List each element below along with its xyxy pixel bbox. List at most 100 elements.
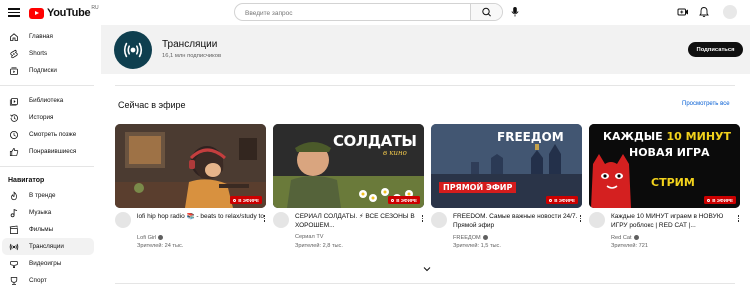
shelf-divider [115, 283, 735, 284]
channel-name: Lofi Girl [137, 235, 157, 241]
channel-avatar[interactable] [115, 212, 131, 228]
library-icon [9, 97, 18, 106]
viewer-count: Зрителей: 2,8 тыс. [295, 243, 343, 249]
video-card[interactable]: СОЛДАТЫ в кино В ЭФИРЕ СЕРИАЛ СОЛДАТЫ. ⚡… [273, 124, 424, 249]
thumbnail-line-2: НОВАЯ ИГРА [629, 146, 710, 159]
video-thumbnail[interactable]: В ЭФИРЕ [115, 124, 266, 208]
youtube-play-icon [29, 7, 44, 19]
trending-icon [11, 190, 17, 200]
sidebar-item-watch-later[interactable]: Смотреть позже [2, 126, 94, 143]
sidebar-item-label: Библиотека [29, 97, 64, 104]
bell-icon[interactable] [698, 6, 710, 18]
live-dot-icon [391, 198, 395, 202]
channel-avatar[interactable] [431, 212, 447, 228]
sidebar-item-library[interactable]: Библиотека [2, 92, 94, 109]
sidebar-item-label: Музыка [29, 209, 52, 216]
mic-icon[interactable] [510, 6, 520, 18]
subscribe-button[interactable]: Подписаться [688, 42, 743, 57]
sport-icon [10, 276, 18, 285]
shorts-icon [10, 49, 18, 58]
more-actions-icon[interactable] [737, 214, 740, 224]
like-icon [9, 147, 19, 156]
video-title[interactable]: FREEDOM. Самые важные новости 24/7. Прям… [453, 213, 581, 230]
video-title[interactable]: СЕРИАЛ СОЛДАТЫ. ⚡ ВСЕ СЕЗОНЫ В ХОРОШЕМ..… [295, 213, 423, 230]
history-icon [10, 113, 18, 122]
sidebar-item-label: Подписки [29, 67, 57, 74]
subscriptions-icon [10, 66, 18, 75]
live-dot-icon [549, 198, 553, 202]
viewer-count: Зрителей: 1,5 тыс. [453, 243, 501, 249]
create-video-icon[interactable] [677, 6, 689, 18]
sidebar-item-subscriptions[interactable]: Подписки [2, 62, 94, 79]
sidebar-item-films[interactable]: Фильмы [2, 221, 94, 238]
film-icon [9, 225, 18, 234]
live-badge-label: В ЭФИРЕ [554, 197, 575, 203]
view-all-link[interactable]: Просмотреть все [682, 101, 730, 107]
sidebar-item-music[interactable]: Музыка [2, 204, 94, 221]
more-actions-icon[interactable] [579, 214, 582, 224]
sidebar-item-label: Shorts [29, 50, 48, 57]
video-channel[interactable]: Lofi Girl [137, 234, 164, 241]
account-avatar[interactable] [723, 5, 737, 19]
sidebar-item-live[interactable]: Трансляции [2, 238, 94, 255]
sidebar-item-trending[interactable]: В тренде [2, 187, 94, 204]
sidebar-item-label: Смотреть позже [29, 131, 77, 138]
sidebar: Главная Shorts Подписки Библиотека Истор… [0, 28, 100, 289]
home-icon [10, 32, 18, 41]
channel-name: Red Cat [611, 235, 632, 241]
live-dot-icon [707, 198, 711, 202]
video-title[interactable]: lofi hip hop radio 📚 - beats to relax/st… [137, 213, 265, 222]
thumbnail-title: FREEДOM [497, 130, 564, 144]
thumbnail-title: СОЛДАТЫ [333, 132, 417, 150]
sidebar-divider [0, 166, 94, 167]
sidebar-item-shorts[interactable]: Shorts [2, 45, 94, 62]
verified-icon [482, 234, 488, 240]
sidebar-item-liked[interactable]: Понравившиеся [2, 143, 94, 160]
sidebar-item-history[interactable]: История [2, 109, 94, 126]
live-badge: В ЭФИРЕ [546, 196, 578, 204]
video-channel[interactable]: Сериал TV [295, 234, 323, 240]
thumbnail-line-1: КАЖДЫЕ 10 МИНУТ [603, 130, 732, 143]
menu-icon[interactable] [8, 6, 20, 18]
channel-name: FREEДOM [453, 235, 481, 241]
youtube-logo[interactable]: YouTube RU [29, 5, 99, 20]
channel-subscriber-count: 16,1 млн подписчиков [162, 53, 222, 59]
video-thumbnail[interactable]: FREEДOM ПРЯМОЙ ЭФИР В ЭФИРЕ [431, 124, 582, 208]
logo-country-code: RU [91, 5, 99, 11]
more-actions-icon[interactable] [263, 214, 266, 224]
watch-later-icon [10, 130, 18, 139]
video-thumbnail[interactable]: КАЖДЫЕ 10 МИНУТ НОВАЯ ИГРА СТРИМ В ЭФИРЕ [589, 124, 740, 208]
gaming-icon [10, 260, 18, 268]
viewer-count: Зрителей: 24 тыс. [137, 243, 184, 249]
search-input[interactable] [245, 7, 465, 19]
sidebar-item-label: В тренде [29, 192, 56, 199]
channel-avatar[interactable] [589, 212, 605, 228]
chevron-down-icon[interactable] [421, 264, 433, 274]
sidebar-item-label: Спорт [29, 277, 47, 284]
video-card[interactable]: В ЭФИРЕ lofi hip hop radio 📚 - beats to … [115, 124, 266, 249]
sidebar-item-label: Видеоигры [29, 260, 62, 267]
channel-name: Трансляции [162, 39, 218, 50]
live-badge: В ЭФИРЕ [704, 196, 736, 204]
video-thumbnail[interactable]: СОЛДАТЫ в кино В ЭФИРЕ [273, 124, 424, 208]
sidebar-item-sport[interactable]: Спорт [2, 272, 94, 289]
thumbnail-line-3: СТРИМ [651, 176, 695, 189]
live-badge: В ЭФИРЕ [388, 196, 420, 204]
live-badge-label: В ЭФИРЕ [238, 197, 259, 203]
channel-avatar[interactable] [273, 212, 289, 228]
video-card[interactable]: КАЖДЫЕ 10 МИНУТ НОВАЯ ИГРА СТРИМ В ЭФИРЕ… [589, 124, 740, 249]
channel-avatar[interactable] [114, 31, 152, 69]
video-card[interactable]: FREEДOM ПРЯМОЙ ЭФИР В ЭФИРЕ FREEDOM. Сам… [431, 124, 582, 249]
sidebar-item-label: Фильмы [29, 226, 54, 233]
more-actions-icon[interactable] [421, 214, 424, 224]
verified-icon [158, 234, 164, 240]
video-title[interactable]: Каждые 10 МИНУТ играем в НОВУЮ ИГРУ робл… [611, 213, 739, 230]
video-channel[interactable]: FREEДOM [453, 234, 488, 241]
live-badge-label: В ЭФИРЕ [712, 197, 733, 203]
search-icon [482, 7, 491, 17]
sidebar-item-label: История [29, 114, 54, 121]
sidebar-item-gaming[interactable]: Видеоигры [2, 255, 94, 272]
sidebar-item-home[interactable]: Главная [2, 28, 94, 45]
video-channel[interactable]: Red Cat [611, 234, 639, 241]
search-button[interactable] [470, 4, 502, 20]
